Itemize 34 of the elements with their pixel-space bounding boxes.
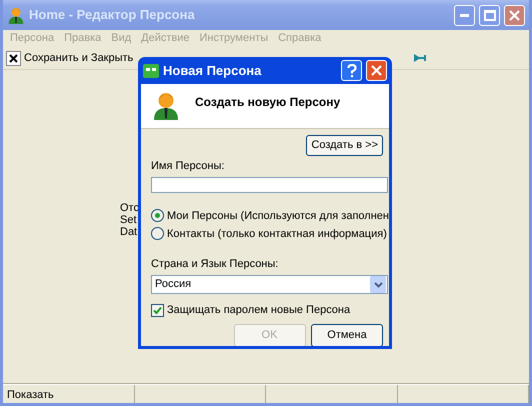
help-icon: [346, 64, 356, 78]
cancel-button[interactable]: Отмена: [311, 324, 383, 346]
status-text: Показать: [7, 389, 54, 401]
country-dropdown[interactable]: Россия: [151, 275, 388, 294]
checkmark-icon: [153, 306, 162, 315]
close-icon: [6, 50, 21, 66]
help-button[interactable]: [341, 60, 362, 81]
field-label: Dat: [120, 227, 138, 238]
person-icon: [7, 6, 25, 24]
field-label: Отс: [120, 203, 139, 214]
field-label: Set: [120, 215, 137, 226]
pin-icon[interactable]: [413, 51, 428, 65]
close-icon: [371, 65, 382, 76]
chevron-down-icon: [374, 282, 382, 288]
maximize-button[interactable]: [479, 4, 500, 26]
dialog-heading: Создать новую Персону: [195, 94, 340, 111]
radio-option[interactable]: Мои Персоны (Используются для заполнен: [151, 206, 386, 225]
window-title: Home - Редактор Персона: [29, 6, 196, 24]
radio-option[interactable]: Контакты (только контактная информация): [151, 224, 386, 243]
password-checkbox[interactable]: Защищать паролем новые Персона: [151, 302, 350, 318]
field-label: Имя Персоны:: [151, 158, 224, 174]
name-input[interactable]: [151, 176, 388, 193]
close-icon: [509, 10, 520, 20]
save-close-button[interactable]: Сохранить и Закрыть: [6, 50, 134, 66]
field-label: Страна и Язык Персоны:: [151, 256, 278, 272]
close-button[interactable]: [366, 60, 387, 81]
maximize-icon: [484, 10, 496, 20]
close-button[interactable]: [504, 4, 525, 26]
create-in-button[interactable]: Создать в >>: [306, 135, 383, 156]
app-icon: [143, 64, 159, 78]
dialog-title: Новая Персона: [163, 62, 262, 80]
person-icon: [151, 90, 181, 120]
minimize-icon: [460, 14, 469, 16]
minimize-button[interactable]: [454, 4, 475, 26]
